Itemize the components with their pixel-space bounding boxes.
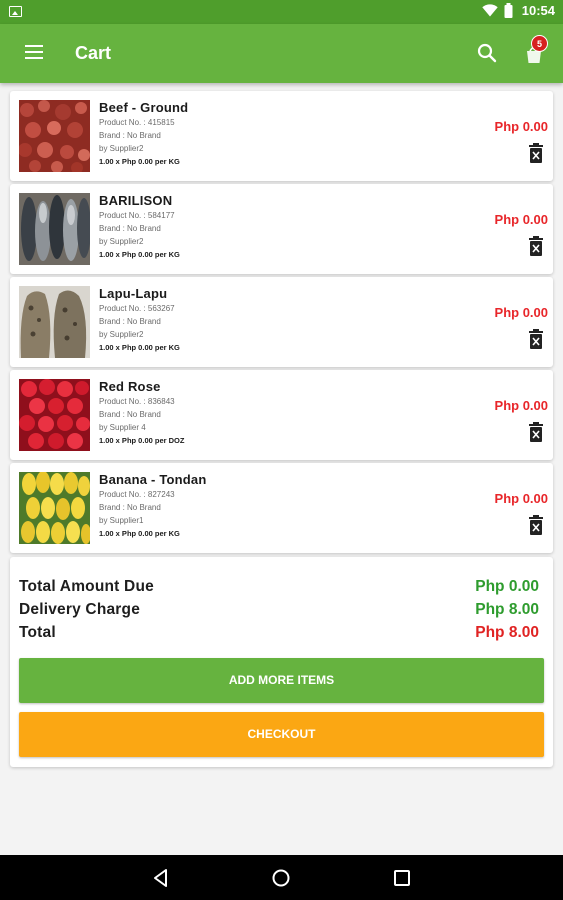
item-price: Php 0.00	[494, 119, 548, 134]
item-brand: Brand : No Brand	[99, 224, 161, 233]
home-icon[interactable]	[270, 867, 292, 889]
cart-item[interactable]: Red Rose Product No. : 836843 Brand : No…	[10, 370, 553, 460]
cart-list: Beef - Ground Product No. : 415815 Brand…	[10, 91, 553, 556]
cart-item[interactable]: Beef - Ground Product No. : 415815 Brand…	[10, 91, 553, 181]
wifi-icon	[482, 4, 498, 17]
page-title: Cart	[75, 43, 112, 63]
clock: 10:54	[521, 3, 555, 18]
delivery-charge-value: Php 8.00	[475, 601, 539, 618]
fish-barilison-image	[19, 193, 90, 265]
item-product-no: Product No. : 415815	[99, 118, 175, 127]
item-name: Beef - Ground	[99, 100, 189, 115]
item-name: BARILISON	[99, 193, 173, 208]
item-supplier: by Supplier2	[99, 330, 144, 339]
item-product-no: Product No. : 836843	[99, 397, 175, 406]
item-price: Php 0.00	[494, 212, 548, 227]
item-product-no: Product No. : 563267	[99, 304, 175, 313]
delete-icon[interactable]	[528, 143, 544, 163]
bananas-image	[19, 472, 90, 544]
delete-icon[interactable]	[528, 329, 544, 349]
cart-count-badge: 5	[531, 35, 548, 52]
item-brand: Brand : No Brand	[99, 410, 161, 419]
item-name: Red Rose	[99, 379, 161, 394]
item-quantity: 1.00 x Php 0.00 per KG	[99, 250, 180, 259]
battery-icon	[504, 3, 513, 18]
item-price: Php 0.00	[494, 398, 548, 413]
fish-lapu-lapu-image	[19, 286, 90, 358]
delete-icon[interactable]	[528, 515, 544, 535]
item-quantity: 1.00 x Php 0.00 per KG	[99, 529, 180, 538]
delete-icon[interactable]	[528, 422, 544, 442]
item-quantity: 1.00 x Php 0.00 per KG	[99, 343, 180, 352]
item-price: Php 0.00	[494, 491, 548, 506]
app-bar: Cart 5	[0, 24, 563, 83]
cart-item[interactable]: Banana - Tondan Product No. : 827243 Bra…	[10, 463, 553, 553]
system-nav-bar	[0, 855, 563, 900]
item-supplier: by Supplier1	[99, 516, 144, 525]
item-product-no: Product No. : 584177	[99, 211, 175, 220]
cart-item[interactable]: BARILISON Product No. : 584177 Brand : N…	[10, 184, 553, 274]
checkout-button[interactable]: CHECKOUT	[19, 712, 544, 757]
item-brand: Brand : No Brand	[99, 503, 161, 512]
red-roses-image	[19, 379, 90, 451]
image-notification-icon	[9, 6, 22, 17]
item-supplier: by Supplier2	[99, 144, 144, 153]
item-brand: Brand : No Brand	[99, 317, 161, 326]
item-name: Lapu-Lapu	[99, 286, 168, 301]
total-amount-due-value: Php 0.00	[475, 578, 539, 595]
recents-icon[interactable]	[391, 867, 413, 889]
delivery-charge-label: Delivery Charge	[19, 601, 141, 618]
item-price: Php 0.00	[494, 305, 548, 320]
total-amount-due-label: Total Amount Due	[19, 578, 154, 595]
delete-icon[interactable]	[528, 236, 544, 256]
item-brand: Brand : No Brand	[99, 131, 161, 140]
status-bar: 10:54	[0, 0, 563, 24]
menu-icon[interactable]	[25, 45, 43, 59]
order-summary: Total Amount Due Php 0.00 Delivery Charg…	[10, 557, 553, 767]
item-quantity: 1.00 x Php 0.00 per KG	[99, 157, 180, 166]
item-supplier: by Supplier 4	[99, 423, 146, 432]
item-name: Banana - Tondan	[99, 472, 207, 487]
total-label: Total	[19, 624, 56, 641]
total-value: Php 8.00	[475, 624, 539, 641]
item-product-no: Product No. : 827243	[99, 490, 175, 499]
item-quantity: 1.00 x Php 0.00 per DOZ	[99, 436, 185, 445]
item-supplier: by Supplier2	[99, 237, 144, 246]
add-more-items-button[interactable]: ADD MORE ITEMS	[19, 658, 544, 703]
cart-item[interactable]: Lapu-Lapu Product No. : 563267 Brand : N…	[10, 277, 553, 367]
search-icon[interactable]	[475, 41, 499, 65]
back-icon[interactable]	[150, 867, 172, 889]
ground-beef-image	[19, 100, 90, 172]
